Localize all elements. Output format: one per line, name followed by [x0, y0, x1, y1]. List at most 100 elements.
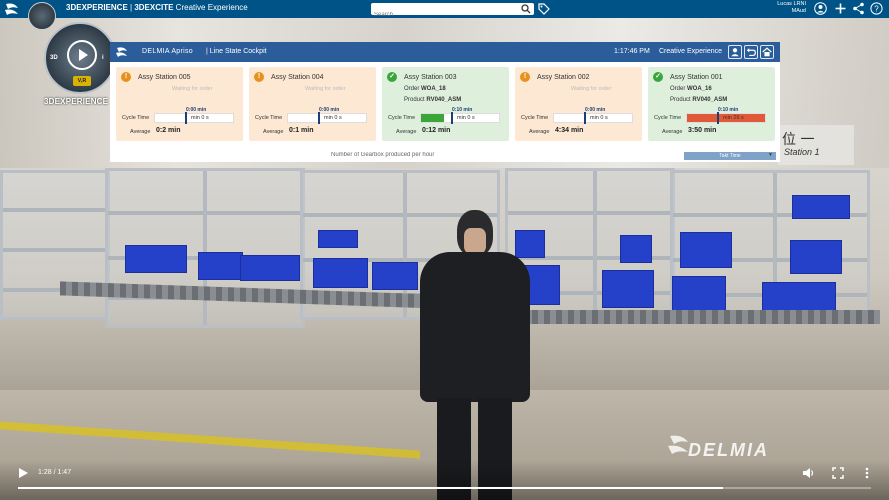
- delmia-logo-icon: [116, 47, 127, 57]
- compass-play-button[interactable]: [67, 40, 97, 70]
- search-input[interactable]: [371, 9, 511, 21]
- average-value: 0:1 min: [289, 127, 314, 134]
- station-card[interactable]: ! Assy Station 002 Waiting for order 0:00 m…: [515, 67, 642, 141]
- cycle-time-label: Cycle Time: [654, 115, 682, 121]
- station-card[interactable]: ! Assy Station 004 Waiting for order 0:00 m…: [249, 67, 376, 141]
- cockpit-app-name: DELMIA Apriso: [142, 48, 193, 55]
- station-waiting-text: Waiting for order: [571, 86, 612, 92]
- average-value: 0:2 min: [156, 127, 181, 134]
- cycle-target-marker: [717, 112, 719, 124]
- warning-icon: !: [254, 72, 264, 82]
- station-card[interactable]: ✓ Assy Station 001 Order WOA_16 Product RV0…: [648, 67, 775, 141]
- cycle-time-bar: min 26 s: [686, 112, 766, 124]
- compass-widget[interactable]: 3D i V,R: [44, 22, 116, 94]
- cycle-time-value: min 0 s: [457, 115, 475, 121]
- average-value: 0:12 min: [422, 127, 451, 134]
- brand-3dexperience: 3DEXPERIENCE: [66, 3, 128, 12]
- brand-3dexcite: 3DEXCITE: [134, 3, 174, 12]
- help-icon[interactable]: ?: [870, 2, 883, 15]
- ds-logo-icon[interactable]: [4, 2, 20, 16]
- video-progress-played: [18, 487, 723, 489]
- cycle-target-marker: [185, 112, 187, 124]
- video-time: 1:28 / 1:47: [38, 469, 72, 476]
- station-name: Assy Station 004: [271, 74, 324, 81]
- compass-mini-icon[interactable]: [28, 2, 56, 30]
- cycle-time-bar: min 0 s: [553, 112, 633, 124]
- svg-text:?: ?: [874, 5, 879, 14]
- average-label: Average: [529, 129, 550, 135]
- cockpit-header: DELMIA Apriso | Line State Cockpit 1:17:…: [110, 42, 780, 62]
- station-sign-cn: 位 一: [782, 132, 815, 148]
- assembly-rack: [0, 170, 110, 320]
- tag-icon[interactable]: [538, 3, 550, 15]
- parts-bin: [672, 276, 726, 312]
- takt-time-button[interactable]: Takt Time: [684, 152, 776, 160]
- parts-bin: [313, 258, 368, 288]
- station-product: Product RV040_ASM: [404, 97, 462, 103]
- parts-bin: [198, 252, 243, 280]
- compass-vr-label[interactable]: V,R: [73, 76, 91, 86]
- search-icon[interactable]: [521, 4, 531, 14]
- user-avatar-icon[interactable]: [814, 2, 827, 15]
- station-sign-label: Station 1: [784, 147, 820, 157]
- production-chart-title: Number of Gearbox produced per hour: [331, 152, 435, 158]
- station-order: Order WOA_16: [670, 86, 712, 92]
- cycle-time-value: min 0 s: [324, 115, 342, 121]
- scroll-down-icon[interactable]: ▼: [768, 152, 774, 158]
- station-card[interactable]: ! Assy Station 005 Waiting for order 0:00 m…: [116, 67, 243, 141]
- conveyor: [520, 310, 880, 324]
- more-options-icon[interactable]: [860, 466, 874, 480]
- video-play-icon[interactable]: [16, 466, 30, 480]
- average-value: 4:34 min: [555, 127, 584, 134]
- home-icon[interactable]: [760, 45, 774, 59]
- delmia-watermark: DELMIA: [688, 440, 769, 460]
- search-box[interactable]: [371, 3, 534, 21]
- cycle-time-fill: [421, 114, 445, 122]
- check-icon: ✓: [653, 72, 663, 82]
- station-order: Order WOA_18: [404, 86, 446, 92]
- cycle-time-label: Cycle Time: [255, 115, 283, 121]
- order-value: WOA_16: [687, 86, 712, 92]
- worker-avatar: [412, 210, 537, 500]
- warning-icon: !: [520, 72, 530, 82]
- cycle-time-bar: min 0 s: [420, 112, 500, 124]
- line-state-cockpit-panel: DELMIA Apriso | Line State Cockpit 1:17:…: [110, 42, 780, 162]
- share-icon[interactable]: [852, 2, 865, 15]
- compass-brand: 3DEXPERIENCE: [44, 97, 109, 106]
- station-waiting-text: Waiting for order: [305, 86, 346, 92]
- cycle-time-bar: min 0 s: [287, 112, 367, 124]
- cycle-time-value: min 0 s: [590, 115, 608, 121]
- check-icon: ✓: [387, 72, 397, 82]
- user-icon[interactable]: [728, 45, 742, 59]
- parts-bin: [602, 270, 654, 308]
- cycle-target-marker: [451, 112, 453, 124]
- station-name: Assy Station 005: [138, 74, 191, 81]
- back-icon[interactable]: [744, 45, 758, 59]
- average-label: Average: [130, 129, 151, 135]
- user-info[interactable]: Lucas LRNI MAud: [770, 1, 806, 15]
- fullscreen-icon[interactable]: [831, 466, 845, 480]
- cycle-time-value: min 26 s: [723, 115, 744, 121]
- parts-bin: [125, 245, 187, 273]
- cycle-time-label: Cycle Time: [388, 115, 416, 121]
- user-role: MAud: [791, 8, 806, 14]
- compass-info-label[interactable]: i: [102, 55, 104, 61]
- average-label: Average: [662, 129, 683, 135]
- video-progress-bar[interactable]: [18, 487, 871, 489]
- cycle-target-marker: [318, 112, 320, 124]
- cockpit-page-title: | Line State Cockpit: [206, 48, 267, 55]
- cycle-time-label: Cycle Time: [122, 115, 150, 121]
- station-cards: ! Assy Station 005 Waiting for order 0:00 m…: [116, 67, 776, 141]
- station-card[interactable]: ✓ Assy Station 003 Order WOA_18 Product RV0…: [382, 67, 509, 141]
- cockpit-clock: 1:17:46 PM: [614, 48, 650, 55]
- volume-icon[interactable]: [801, 466, 815, 480]
- parts-bin: [318, 230, 358, 248]
- product-value: RV040_ASM: [426, 97, 462, 103]
- average-value: 3:50 min: [688, 127, 717, 134]
- compass-3d-label[interactable]: 3D: [50, 55, 58, 61]
- cycle-time-value: min 0 s: [191, 115, 209, 121]
- add-icon[interactable]: [834, 2, 847, 15]
- video-controls: [0, 460, 889, 500]
- parts-bin: [240, 255, 300, 281]
- station-sign: 位 一 Station 1: [778, 125, 854, 165]
